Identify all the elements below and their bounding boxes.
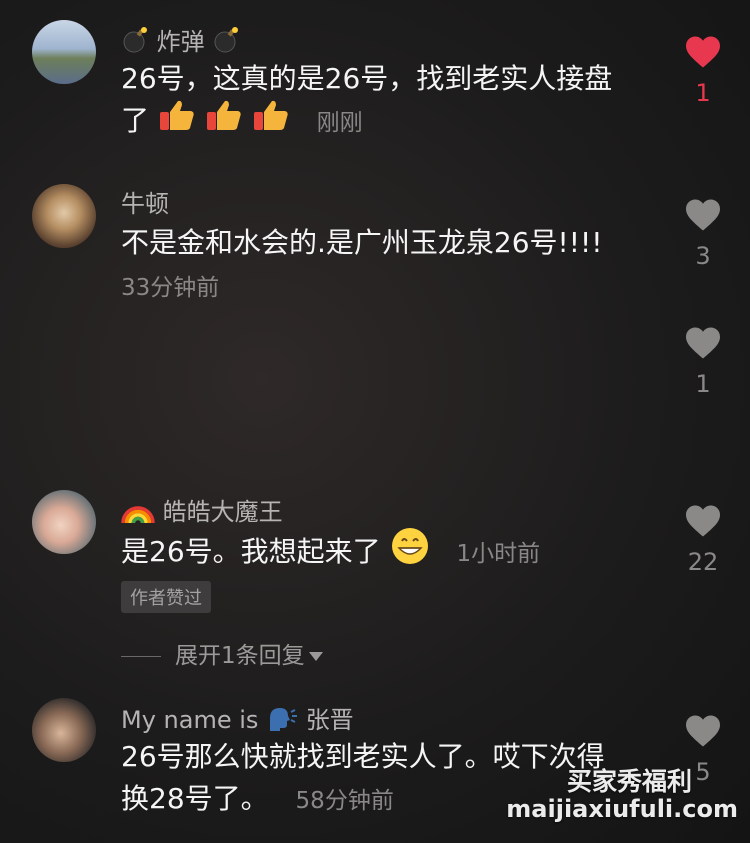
comment-time: 1小时前 [456, 541, 541, 567]
comment-text: 是26号。我想起来了 1小时前 [121, 526, 540, 580]
divider [121, 656, 161, 657]
heart-icon [686, 327, 720, 359]
comment-item: 炸弹 26号，这真的是26号，找到老实人接盘 了 刚刚 1 [0, 0, 750, 160]
comment-text-continued: 换28号了。 58分钟前 [121, 782, 394, 815]
like-count: 1 [695, 370, 711, 398]
speaking-head-icon [266, 704, 298, 738]
thumbs-up-icon [252, 98, 290, 146]
expand-replies-button[interactable]: 展开1条回复 [121, 636, 323, 670]
bomb-icon [121, 26, 149, 60]
like-button[interactable]: 22 [683, 504, 723, 576]
bomb-icon [212, 26, 240, 60]
comment-item: 牛顿 不是金和水会的.是广州玉龙泉26号!!!! 33分钟前 3 [0, 170, 750, 310]
watermark-title: 买家秀福利 [566, 767, 692, 796]
avatar[interactable] [32, 698, 96, 762]
heart-icon [686, 715, 720, 747]
comment-time: 58分钟前 [295, 788, 394, 814]
comment-username[interactable]: My name is 张晋 [121, 700, 354, 738]
avatar[interactable] [32, 20, 96, 84]
author-liked-badge: 作者赞过 [121, 581, 211, 613]
comment-text: 26号，这真的是26号，找到老实人接盘 [121, 62, 613, 95]
like-count: 1 [695, 79, 711, 107]
heart-icon [686, 36, 720, 68]
comment-item: 皓皓大魔王 是26号。我想起来了 1小时前 作者赞过 22 [0, 480, 750, 620]
like-count: 22 [687, 548, 719, 576]
comment-time: 33分钟前 [121, 275, 220, 301]
thumbs-up-icon [158, 98, 196, 146]
like-button[interactable]: 1 [683, 326, 723, 398]
avatar[interactable] [32, 184, 96, 248]
comment-username[interactable]: 炸弹 [121, 22, 240, 60]
triangle-down-icon [308, 652, 323, 661]
heart-icon [686, 199, 720, 231]
comment-username[interactable]: 牛顿 [121, 184, 169, 219]
comment-text-continued: 了 刚刚 [121, 98, 363, 146]
heart-icon [686, 505, 720, 537]
comment-item: 1 [0, 310, 750, 470]
avatar[interactable] [32, 490, 96, 554]
comment-time: 刚刚 [316, 110, 363, 136]
grinning-face-icon [390, 526, 430, 580]
like-button[interactable]: 1 [683, 35, 723, 107]
comment-text: 不是金和水会的.是广州玉龙泉26号!!!! [121, 226, 603, 259]
comment-text: 26号那么快就找到老实人了。哎下次得 [121, 740, 605, 773]
watermark-url: maijiaxiufuli.com [506, 795, 738, 823]
like-button[interactable]: 3 [683, 198, 723, 270]
like-count: 3 [695, 242, 711, 270]
thumbs-up-icon [205, 98, 243, 146]
